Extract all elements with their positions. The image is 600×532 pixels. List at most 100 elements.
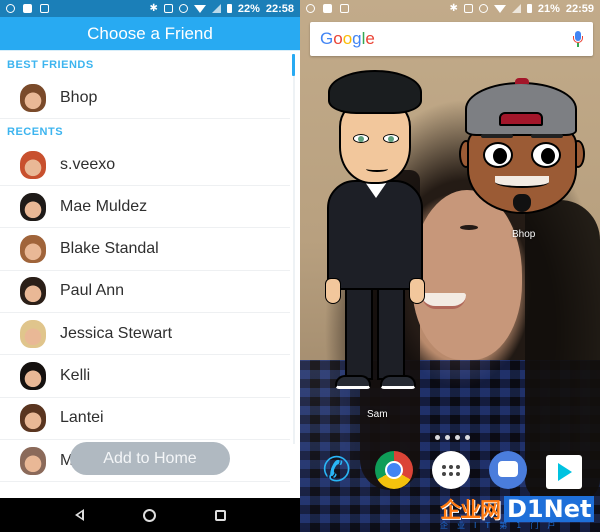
widget-label-bhop: Bhop xyxy=(512,229,536,240)
friend-row[interactable]: Mae Muldez xyxy=(0,186,290,229)
google-logo-letter: G xyxy=(320,29,334,48)
clock: 22:59 xyxy=(565,2,594,15)
friend-name: Blake Standal xyxy=(60,240,159,258)
phone-app-icon[interactable]: ✆ xyxy=(318,451,356,489)
cell-signal-icon xyxy=(511,4,521,13)
image-icon xyxy=(323,4,332,13)
photo-stack-icon xyxy=(40,4,49,13)
friend-name: Paul Ann xyxy=(60,282,125,300)
section-label-best-friends: BEST FRIENDS xyxy=(7,59,94,71)
scrollbar-track[interactable] xyxy=(293,54,295,444)
messages-app-icon[interactable] xyxy=(489,451,528,489)
bitmoji-mouth xyxy=(366,166,388,172)
friend-name: Mae Muldez xyxy=(60,197,148,215)
bitmoji-eye xyxy=(483,142,513,168)
page-dot xyxy=(445,435,450,440)
play-store-app-icon[interactable] xyxy=(546,455,583,489)
friend-name: Lantei xyxy=(60,409,104,427)
friend-name: Bhop xyxy=(60,88,98,106)
vibrate-icon xyxy=(463,4,473,13)
recents-icon[interactable] xyxy=(214,509,226,521)
google-logo-letter: e xyxy=(365,29,375,48)
bitmoji-leg xyxy=(345,288,373,380)
bitmoji-cap-button xyxy=(515,78,529,84)
chrome-app-icon[interactable] xyxy=(374,451,413,489)
battery-percent: 22% xyxy=(237,2,260,15)
navigation-bar xyxy=(0,498,300,532)
widget-label-sam: Sam xyxy=(367,409,388,420)
bitmoji-brow xyxy=(481,134,513,138)
bitmoji-brow xyxy=(531,134,563,138)
back-icon[interactable] xyxy=(74,509,84,521)
image-icon xyxy=(23,4,32,13)
google-logo-letter: g xyxy=(352,29,362,48)
avatar xyxy=(20,446,46,475)
vibrate-icon xyxy=(163,4,173,13)
app-drawer-icon[interactable] xyxy=(431,451,470,489)
bitmoji-goatee xyxy=(513,194,531,212)
wallpaper-eye xyxy=(460,225,478,230)
avatar xyxy=(20,83,46,112)
battery-percent: 21% xyxy=(537,2,560,15)
friend-row[interactable]: Paul Ann xyxy=(0,271,290,313)
clock: 22:58 xyxy=(265,2,294,15)
alarm-icon xyxy=(6,4,15,13)
scrollbar-thumb[interactable] xyxy=(292,54,295,76)
avatar xyxy=(20,277,46,306)
bitmoji-cap xyxy=(465,82,577,136)
home-icon[interactable] xyxy=(142,508,156,522)
page-dot xyxy=(465,435,470,440)
google-logo: Google xyxy=(320,29,375,49)
battery-icon xyxy=(526,4,532,13)
wifi-icon xyxy=(193,4,206,13)
alarm-icon xyxy=(478,4,488,13)
bitmoji-widget-sam[interactable] xyxy=(325,70,425,410)
bluetooth-icon: ✱ xyxy=(149,3,158,14)
friend-row[interactable]: s.veexo xyxy=(0,144,290,186)
bitmoji-eye xyxy=(353,134,369,143)
page-indicator xyxy=(435,435,470,440)
friend-row[interactable]: Lantei xyxy=(0,398,290,440)
bitmoji-shoe xyxy=(335,375,371,389)
page-dot xyxy=(435,435,440,440)
friend-row[interactable]: Kelli xyxy=(0,356,290,398)
bitmoji-cap-band xyxy=(499,112,543,126)
google-logo-letter: o xyxy=(342,29,353,48)
watermark-brand: D1Net xyxy=(504,496,595,522)
photo-stack-icon xyxy=(340,4,349,13)
section-label-recents: RECENTS xyxy=(7,126,64,138)
avatar xyxy=(20,192,46,221)
bitmoji-hand xyxy=(325,278,341,304)
friend-name: Kelli xyxy=(60,367,91,384)
friend-row[interactable]: Blake Standal xyxy=(0,229,290,271)
friend-list[interactable]: BEST FRIENDS Bhop RECENTS s.veexo Mae Mul… xyxy=(0,50,300,498)
google-search-bar[interactable]: Google xyxy=(310,22,593,56)
avatar xyxy=(20,319,46,348)
alarm-icon xyxy=(306,4,315,13)
page-title: Choose a Friend xyxy=(0,17,300,50)
status-bar: ✱ 22% 22:58 xyxy=(0,0,300,17)
cell-signal-icon xyxy=(211,4,221,13)
friend-row[interactable]: Bhop xyxy=(0,77,290,119)
add-to-home-button[interactable]: Add to Home xyxy=(70,442,230,475)
watermark-subtitle: 企业IT第1门户 xyxy=(440,521,565,530)
google-logo-letter: o xyxy=(333,29,343,48)
alarm-icon xyxy=(178,4,188,13)
friend-row[interactable]: Jessica Stewart xyxy=(0,313,290,356)
status-bar: ✱ 21% 22:59 xyxy=(300,0,600,17)
page-dot xyxy=(455,435,460,440)
battery-icon xyxy=(226,4,232,13)
bitmoji-widget-bhop[interactable] xyxy=(457,78,587,218)
left-phone-screen: ✱ 22% 22:58 Choose a Friend BEST FRIENDS… xyxy=(0,0,300,532)
app-dock: ✆ xyxy=(300,450,600,490)
bitmoji-hair xyxy=(328,70,422,114)
mic-icon[interactable] xyxy=(573,31,583,47)
bitmoji-eye xyxy=(531,142,561,168)
avatar xyxy=(20,404,46,433)
bitmoji-leg xyxy=(377,288,405,380)
bitmoji-eye xyxy=(383,134,399,143)
bitmoji-mouth xyxy=(495,176,549,188)
bitmoji-shoe xyxy=(380,375,416,389)
friend-name: Jessica Stewart xyxy=(60,324,173,342)
avatar xyxy=(20,362,46,390)
